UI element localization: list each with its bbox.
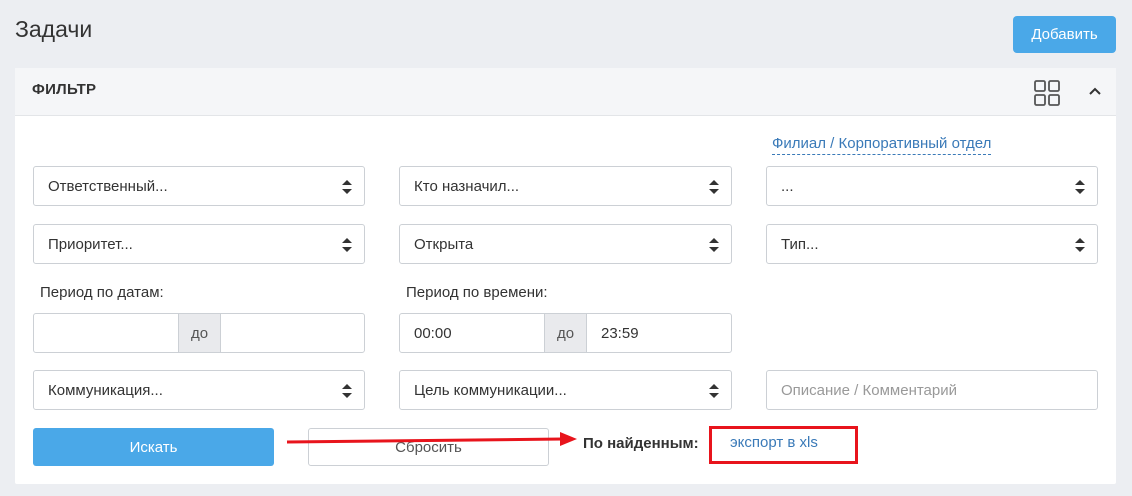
select-arrows-icon — [342, 384, 352, 398]
communication-select-value: Коммуникация... — [48, 381, 163, 399]
select-arrows-icon — [342, 180, 352, 194]
priority-select[interactable]: Приоритет... — [33, 224, 365, 264]
responsible-select-value: Ответственный... — [48, 177, 168, 195]
description-input[interactable]: Описание / Комментарий — [766, 370, 1098, 410]
type-select-value: Тип... — [781, 235, 819, 253]
add-button[interactable]: Добавить — [1013, 16, 1116, 53]
status-select-value: Открыта — [414, 235, 474, 253]
communication-goal-select-value: Цель коммуникации... — [414, 381, 567, 399]
date-from-input[interactable] — [34, 314, 178, 352]
search-button[interactable]: Искать — [33, 428, 274, 466]
assigned-by-select-value: Кто назначил... — [414, 177, 520, 195]
dept-select[interactable]: ... — [766, 166, 1098, 206]
select-arrows-icon — [1075, 180, 1085, 194]
filter-panel-header: ФИЛЬТР — [15, 68, 1116, 116]
chevron-up-icon[interactable] — [1085, 80, 1105, 102]
date-period-label: Период по датам: — [40, 284, 164, 301]
filter-title: ФИЛЬТР — [32, 81, 97, 98]
grid-view-icon[interactable] — [1034, 80, 1060, 106]
time-to-input[interactable]: 23:59 — [587, 314, 731, 352]
date-range: до — [33, 313, 365, 353]
dept-select-value: ... — [781, 177, 794, 195]
page-title: Задачи — [15, 16, 93, 42]
dept-toggle-link[interactable]: Филиал / Корпоративный отдел — [772, 135, 992, 155]
date-to-input[interactable] — [221, 314, 364, 352]
annotation-highlight-box — [709, 426, 858, 464]
time-from-input[interactable]: 00:00 — [400, 314, 544, 352]
assigned-by-select[interactable]: Кто назначил... — [399, 166, 732, 206]
filter-panel: ФИЛЬТР — [15, 68, 1116, 484]
communication-select[interactable]: Коммуникация... — [33, 370, 365, 410]
description-placeholder: Описание / Комментарий — [781, 381, 957, 399]
select-arrows-icon — [709, 384, 719, 398]
reset-button[interactable]: Сбросить — [308, 428, 549, 466]
select-arrows-icon — [342, 238, 352, 252]
found-results-label: По найденным: — [583, 435, 699, 452]
time-range-separator: до — [544, 314, 587, 352]
time-period-label: Период по времени: — [406, 284, 548, 301]
select-arrows-icon — [709, 180, 719, 194]
select-arrows-icon — [1075, 238, 1085, 252]
priority-select-value: Приоритет... — [48, 235, 133, 253]
time-range: 00:00 до 23:59 — [399, 313, 732, 353]
select-arrows-icon — [709, 238, 719, 252]
communication-goal-select[interactable]: Цель коммуникации... — [399, 370, 732, 410]
type-select[interactable]: Тип... — [766, 224, 1098, 264]
responsible-select[interactable]: Ответственный... — [33, 166, 365, 206]
status-select[interactable]: Открыта — [399, 224, 732, 264]
date-range-separator: до — [178, 314, 221, 352]
